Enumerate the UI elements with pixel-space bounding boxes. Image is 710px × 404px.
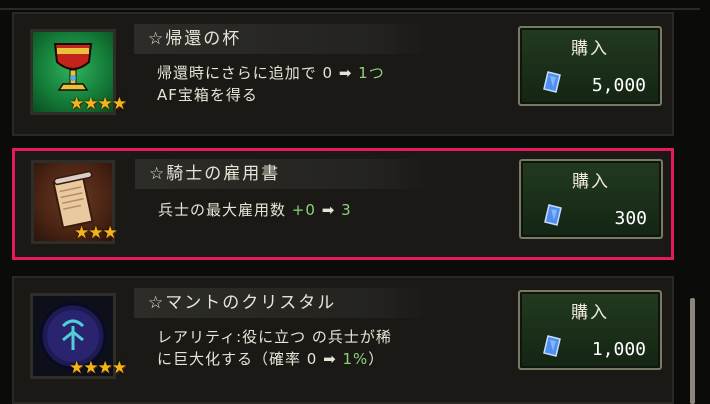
blue-gem-icon [544, 204, 562, 226]
shop-item-cloak-crystal[interactable]: ★★★★ ☆マントのクリスタル レアリティ:役に立つ の兵士が稀 に巨大化する（… [12, 276, 674, 404]
buy-button-label: 購入 [571, 39, 609, 59]
rarity-stars: ★★★ [74, 223, 118, 243]
rarity-stars: ★★★★ [69, 94, 127, 114]
item-icon-frame: ★★★★ [30, 293, 127, 379]
item-description: 帰還時にさらに追加で 0 ➡ 1つ AF宝箱を得る [157, 64, 385, 104]
blue-gem-icon [543, 71, 561, 93]
shop-item-return-goblet[interactable]: ★★★★ ☆帰還の杯 帰還時にさらに追加で 0 ➡ 1つ AF宝箱を得る 購入 … [12, 12, 674, 136]
buy-button[interactable]: 購入 300 [519, 159, 663, 239]
price-value: 1,000 [591, 339, 646, 360]
scrollbar-thumb[interactable] [690, 298, 695, 404]
price-value: 300 [614, 208, 647, 229]
rarity-stars: ★★★★ [69, 358, 127, 378]
item-description: レアリティ:役に立つ の兵士が稀 に巨大化する（確率 0 ➡ 1%） [157, 328, 392, 368]
item-title: ☆騎士の雇用書 [135, 159, 433, 189]
item-icon-frame: ★★★★ [30, 29, 127, 115]
buy-button-label: 購入 [571, 303, 609, 323]
item-title: ☆マントのクリスタル [134, 288, 432, 318]
blue-gem-icon [543, 335, 561, 357]
list-top-divider [0, 8, 700, 10]
item-title: ☆帰還の杯 [134, 24, 432, 54]
item-description: 兵士の最大雇用数 +0 ➡ 3 [158, 201, 352, 219]
buy-button[interactable]: 購入 5,000 [518, 26, 662, 106]
item-icon-frame: ★★★ [31, 160, 118, 244]
shop-item-knight-contract[interactable]: ★★★ ☆騎士の雇用書 兵士の最大雇用数 +0 ➡ 3 購入 300 [12, 148, 674, 260]
price-value: 5,000 [591, 75, 646, 96]
buy-button-label: 購入 [572, 172, 610, 192]
buy-button[interactable]: 購入 1,000 [518, 290, 662, 370]
